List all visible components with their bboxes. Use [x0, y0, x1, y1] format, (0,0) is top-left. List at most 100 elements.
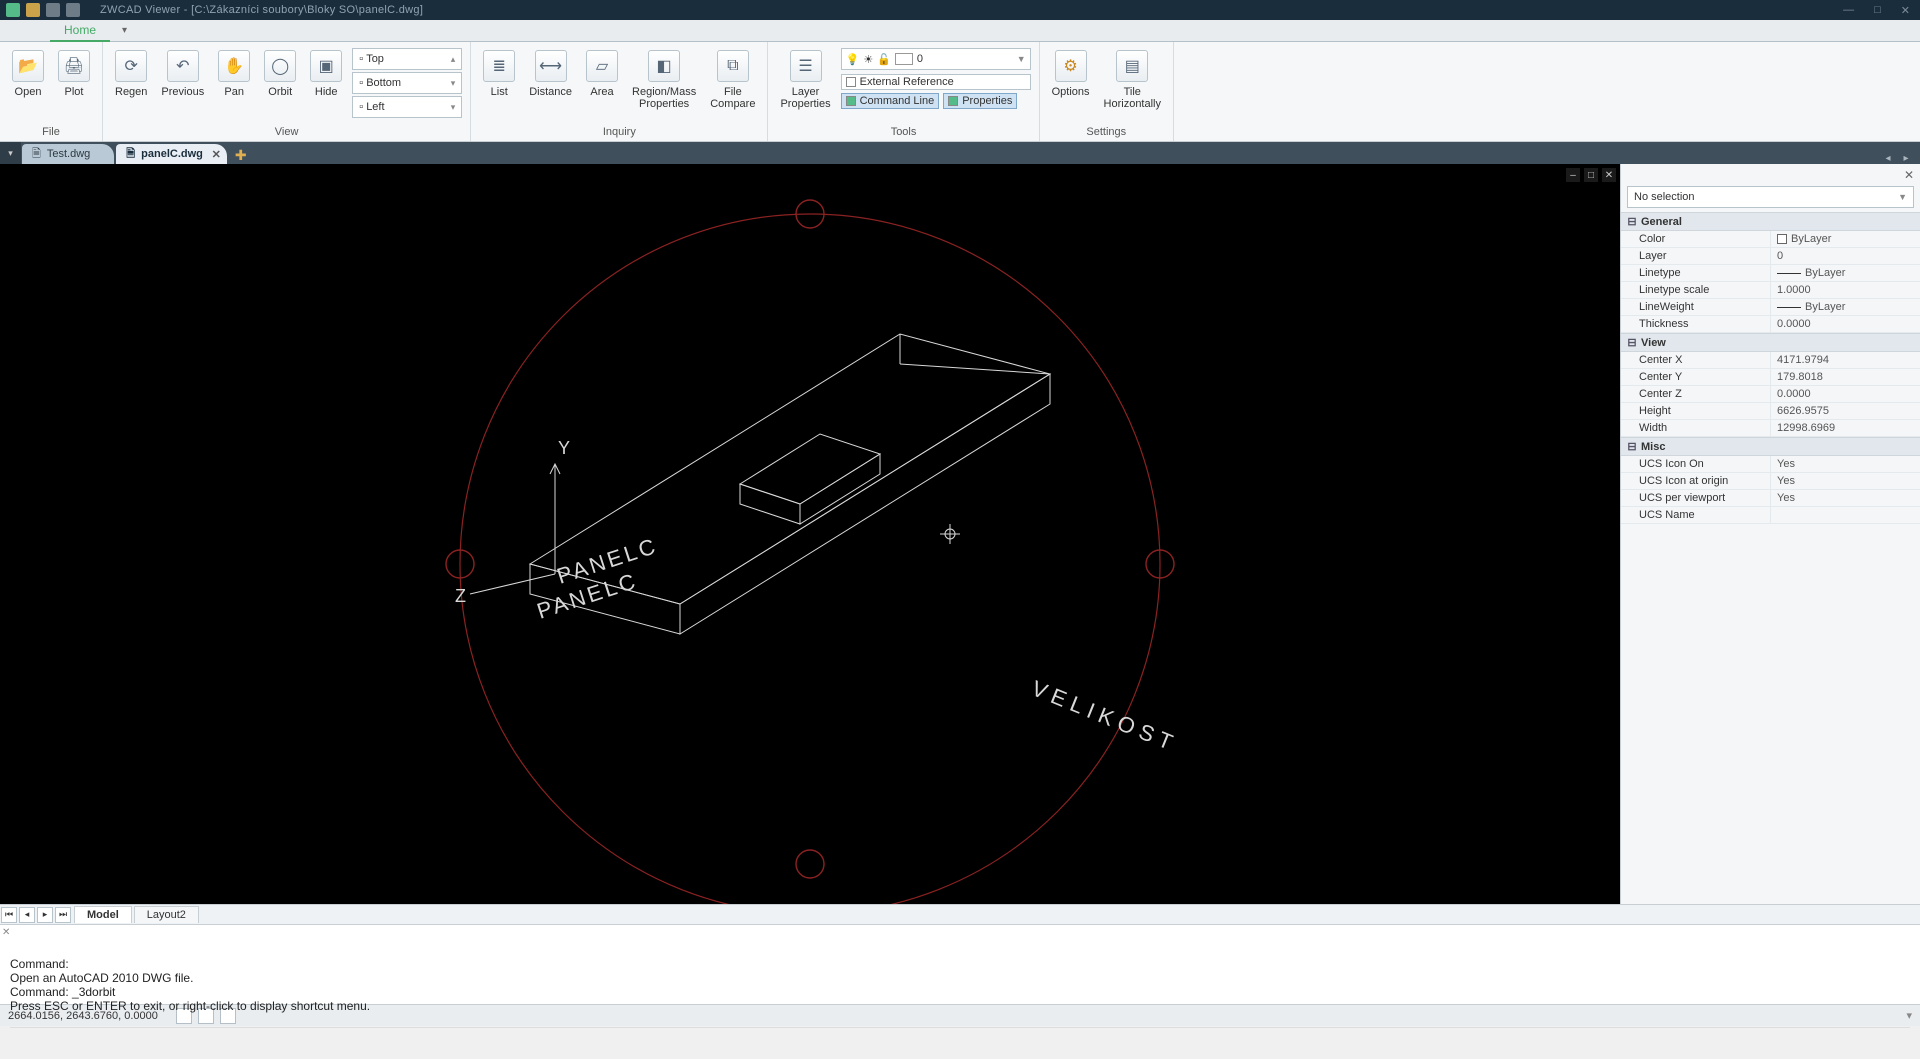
maximize-button[interactable]: □ — [1870, 4, 1885, 17]
command-log: Command: Open an AutoCAD 2010 DWG file. … — [10, 957, 1910, 1013]
text-velikost: VELIKOST — [1028, 675, 1182, 756]
view-top[interactable]: ▫ Top▴ — [352, 48, 462, 70]
close-button[interactable]: ✕ — [1897, 4, 1914, 17]
window-title: ZWCAD Viewer - [C:\Zákazníci soubory\Blo… — [100, 4, 423, 16]
group-label: Tools — [768, 124, 1038, 141]
orbit-button[interactable]: ◯ Orbit — [260, 48, 300, 100]
properties-panel: ✕ No selection▼ ⊟General ColorByLayer La… — [1620, 164, 1920, 904]
external-reference-toggle[interactable]: External Reference — [841, 74, 1031, 90]
model-tab[interactable]: Model — [74, 906, 132, 923]
open-button[interactable]: 📂 Open — [8, 48, 48, 100]
new-tab-button[interactable]: ✚ — [235, 147, 247, 164]
previous-button[interactable]: ↶ Previous — [157, 48, 208, 100]
printer-icon: 🖨 — [58, 50, 90, 82]
qat-save-icon[interactable] — [46, 3, 60, 17]
area-button[interactable]: ▱Area — [582, 48, 622, 100]
sheet-next-icon[interactable]: ▸ — [37, 907, 53, 923]
quick-access-toolbar — [6, 3, 80, 17]
app-icon — [6, 3, 20, 17]
viewport-maximize-icon[interactable]: □ — [1584, 168, 1598, 182]
scroll-left-icon[interactable]: ◂ — [1880, 153, 1896, 164]
list-icon: ≣ — [483, 50, 515, 82]
view-left[interactable]: ▫ Left▾ — [352, 96, 462, 118]
window-controls: — □ ✕ — [1839, 4, 1914, 17]
drawing-viewport[interactable]: – □ ✕ — [0, 164, 1620, 904]
qat-new-icon[interactable] — [26, 3, 40, 17]
viewport-close-icon[interactable]: ✕ — [1602, 168, 1616, 182]
refresh-icon: ⟳ — [115, 50, 147, 82]
ribbon-tab-home[interactable]: Home — [50, 20, 110, 42]
sheet-first-icon[interactable]: ⏮ — [1, 907, 17, 923]
hand-icon: ✋ — [218, 50, 250, 82]
axis-z-label: Z — [455, 586, 466, 606]
region-mass-button[interactable]: ◧Region/Mass Properties — [628, 48, 700, 112]
pan-button[interactable]: ✋ Pan — [214, 48, 254, 100]
command-input[interactable] — [10, 1027, 1910, 1045]
title-bar: ZWCAD Viewer - [C:\Zákazníci soubory\Blo… — [0, 0, 1920, 20]
minimize-button[interactable]: — — [1839, 4, 1858, 17]
command-close-icon[interactable]: ✕ — [2, 927, 10, 938]
file-icon: 🗎 — [32, 145, 41, 164]
doctab-nav: ◂ ▸ — [1880, 153, 1920, 164]
file-compare-button[interactable]: ⧉File Compare — [706, 48, 759, 112]
list-button[interactable]: ≣List — [479, 48, 519, 100]
layer-combo[interactable]: 💡 ☀ 🔓 0 ▼ — [841, 48, 1031, 70]
tile-horizontally-button[interactable]: ▤Tile Horizontally — [1100, 48, 1165, 112]
distance-button[interactable]: ⟷Distance — [525, 48, 576, 100]
file-icon: 🗎 — [126, 145, 135, 164]
compare-icon: ⧉ — [717, 50, 749, 82]
prop-row: Width12998.6969 — [1621, 420, 1920, 437]
prop-row: LineWeightByLayer — [1621, 299, 1920, 316]
layer-color-swatch — [895, 53, 913, 65]
command-window[interactable]: ✕ Command: Open an AutoCAD 2010 DWG file… — [0, 924, 1920, 1004]
section-general[interactable]: ⊟General — [1621, 212, 1920, 231]
ribbon-group-inquiry: ≣List ⟷Distance ▱Area ◧Region/Mass Prope… — [471, 42, 768, 141]
scroll-right-icon[interactable]: ▸ — [1898, 153, 1914, 164]
selection-combo[interactable]: No selection▼ — [1627, 186, 1914, 208]
regen-button[interactable]: ⟳ Regen — [111, 48, 151, 100]
command-line-toggle[interactable]: Command Line — [841, 93, 940, 109]
layout2-tab[interactable]: Layout2 — [134, 906, 199, 923]
section-misc[interactable]: ⊟Misc — [1621, 437, 1920, 456]
lock-icon: 🔓 — [877, 53, 891, 66]
qat-print-icon[interactable] — [66, 3, 80, 17]
ribbon: 📂 Open 🖨 Plot File ⟳ Regen ↶ Previous ✋ … — [0, 42, 1920, 142]
prop-row: UCS per viewportYes — [1621, 490, 1920, 507]
folder-open-icon: 📂 — [12, 50, 44, 82]
doc-tab-panelc[interactable]: 🗎 panelC.dwg ✕ — [116, 144, 227, 164]
ribbon-expand-icon[interactable]: ▾ — [122, 25, 127, 36]
sheet-last-icon[interactable]: ⏭ — [55, 907, 71, 923]
sun-icon: ☀ — [863, 53, 873, 66]
chevron-down-icon: ▼ — [1898, 192, 1907, 202]
property-grid: ⊟General ColorByLayer Layer0 LinetypeByL… — [1621, 212, 1920, 904]
ribbon-group-tools: ☰Layer Properties 💡 ☀ 🔓 0 ▼ External Ref… — [768, 42, 1039, 141]
doc-tab-test[interactable]: 🗎 Test.dwg — [22, 144, 114, 164]
group-label: View — [103, 124, 470, 141]
mass-icon: ◧ — [648, 50, 680, 82]
plot-button[interactable]: 🖨 Plot — [54, 48, 94, 100]
prop-row: Layer0 — [1621, 248, 1920, 265]
properties-toggle[interactable]: Properties — [943, 93, 1017, 109]
panel-close-icon[interactable]: ✕ — [1904, 168, 1914, 182]
ruler-icon: ⟷ — [535, 50, 567, 82]
chevron-down-icon: ▼ — [1017, 54, 1026, 64]
section-view[interactable]: ⊟View — [1621, 333, 1920, 352]
viewport-minimize-icon[interactable]: – — [1566, 168, 1580, 182]
layer-properties-button[interactable]: ☰Layer Properties — [776, 48, 834, 112]
area-icon: ▱ — [586, 50, 618, 82]
drawing-canvas[interactable]: Y Z PANELC PANELC VELIKOST — [0, 164, 1620, 904]
doctab-menu-icon[interactable]: ▾ — [0, 142, 22, 164]
axis-y-label: Y — [558, 438, 570, 458]
cube-icon: ▣ — [310, 50, 342, 82]
prop-row: UCS Name — [1621, 507, 1920, 524]
sheet-prev-icon[interactable]: ◂ — [19, 907, 35, 923]
close-tab-icon[interactable]: ✕ — [212, 148, 221, 161]
hide-button[interactable]: ▣ Hide — [306, 48, 346, 100]
prop-row: Center X4171.9794 — [1621, 352, 1920, 369]
group-label: Inquiry — [471, 124, 767, 141]
options-button[interactable]: ⚙Options — [1048, 48, 1094, 100]
view-bottom[interactable]: ▫ Bottom▾ — [352, 72, 462, 94]
prop-row: Linetype scale1.0000 — [1621, 282, 1920, 299]
prop-row: UCS Icon at originYes — [1621, 473, 1920, 490]
ribbon-group-view: ⟳ Regen ↶ Previous ✋ Pan ◯ Orbit ▣ Hide … — [103, 42, 471, 141]
